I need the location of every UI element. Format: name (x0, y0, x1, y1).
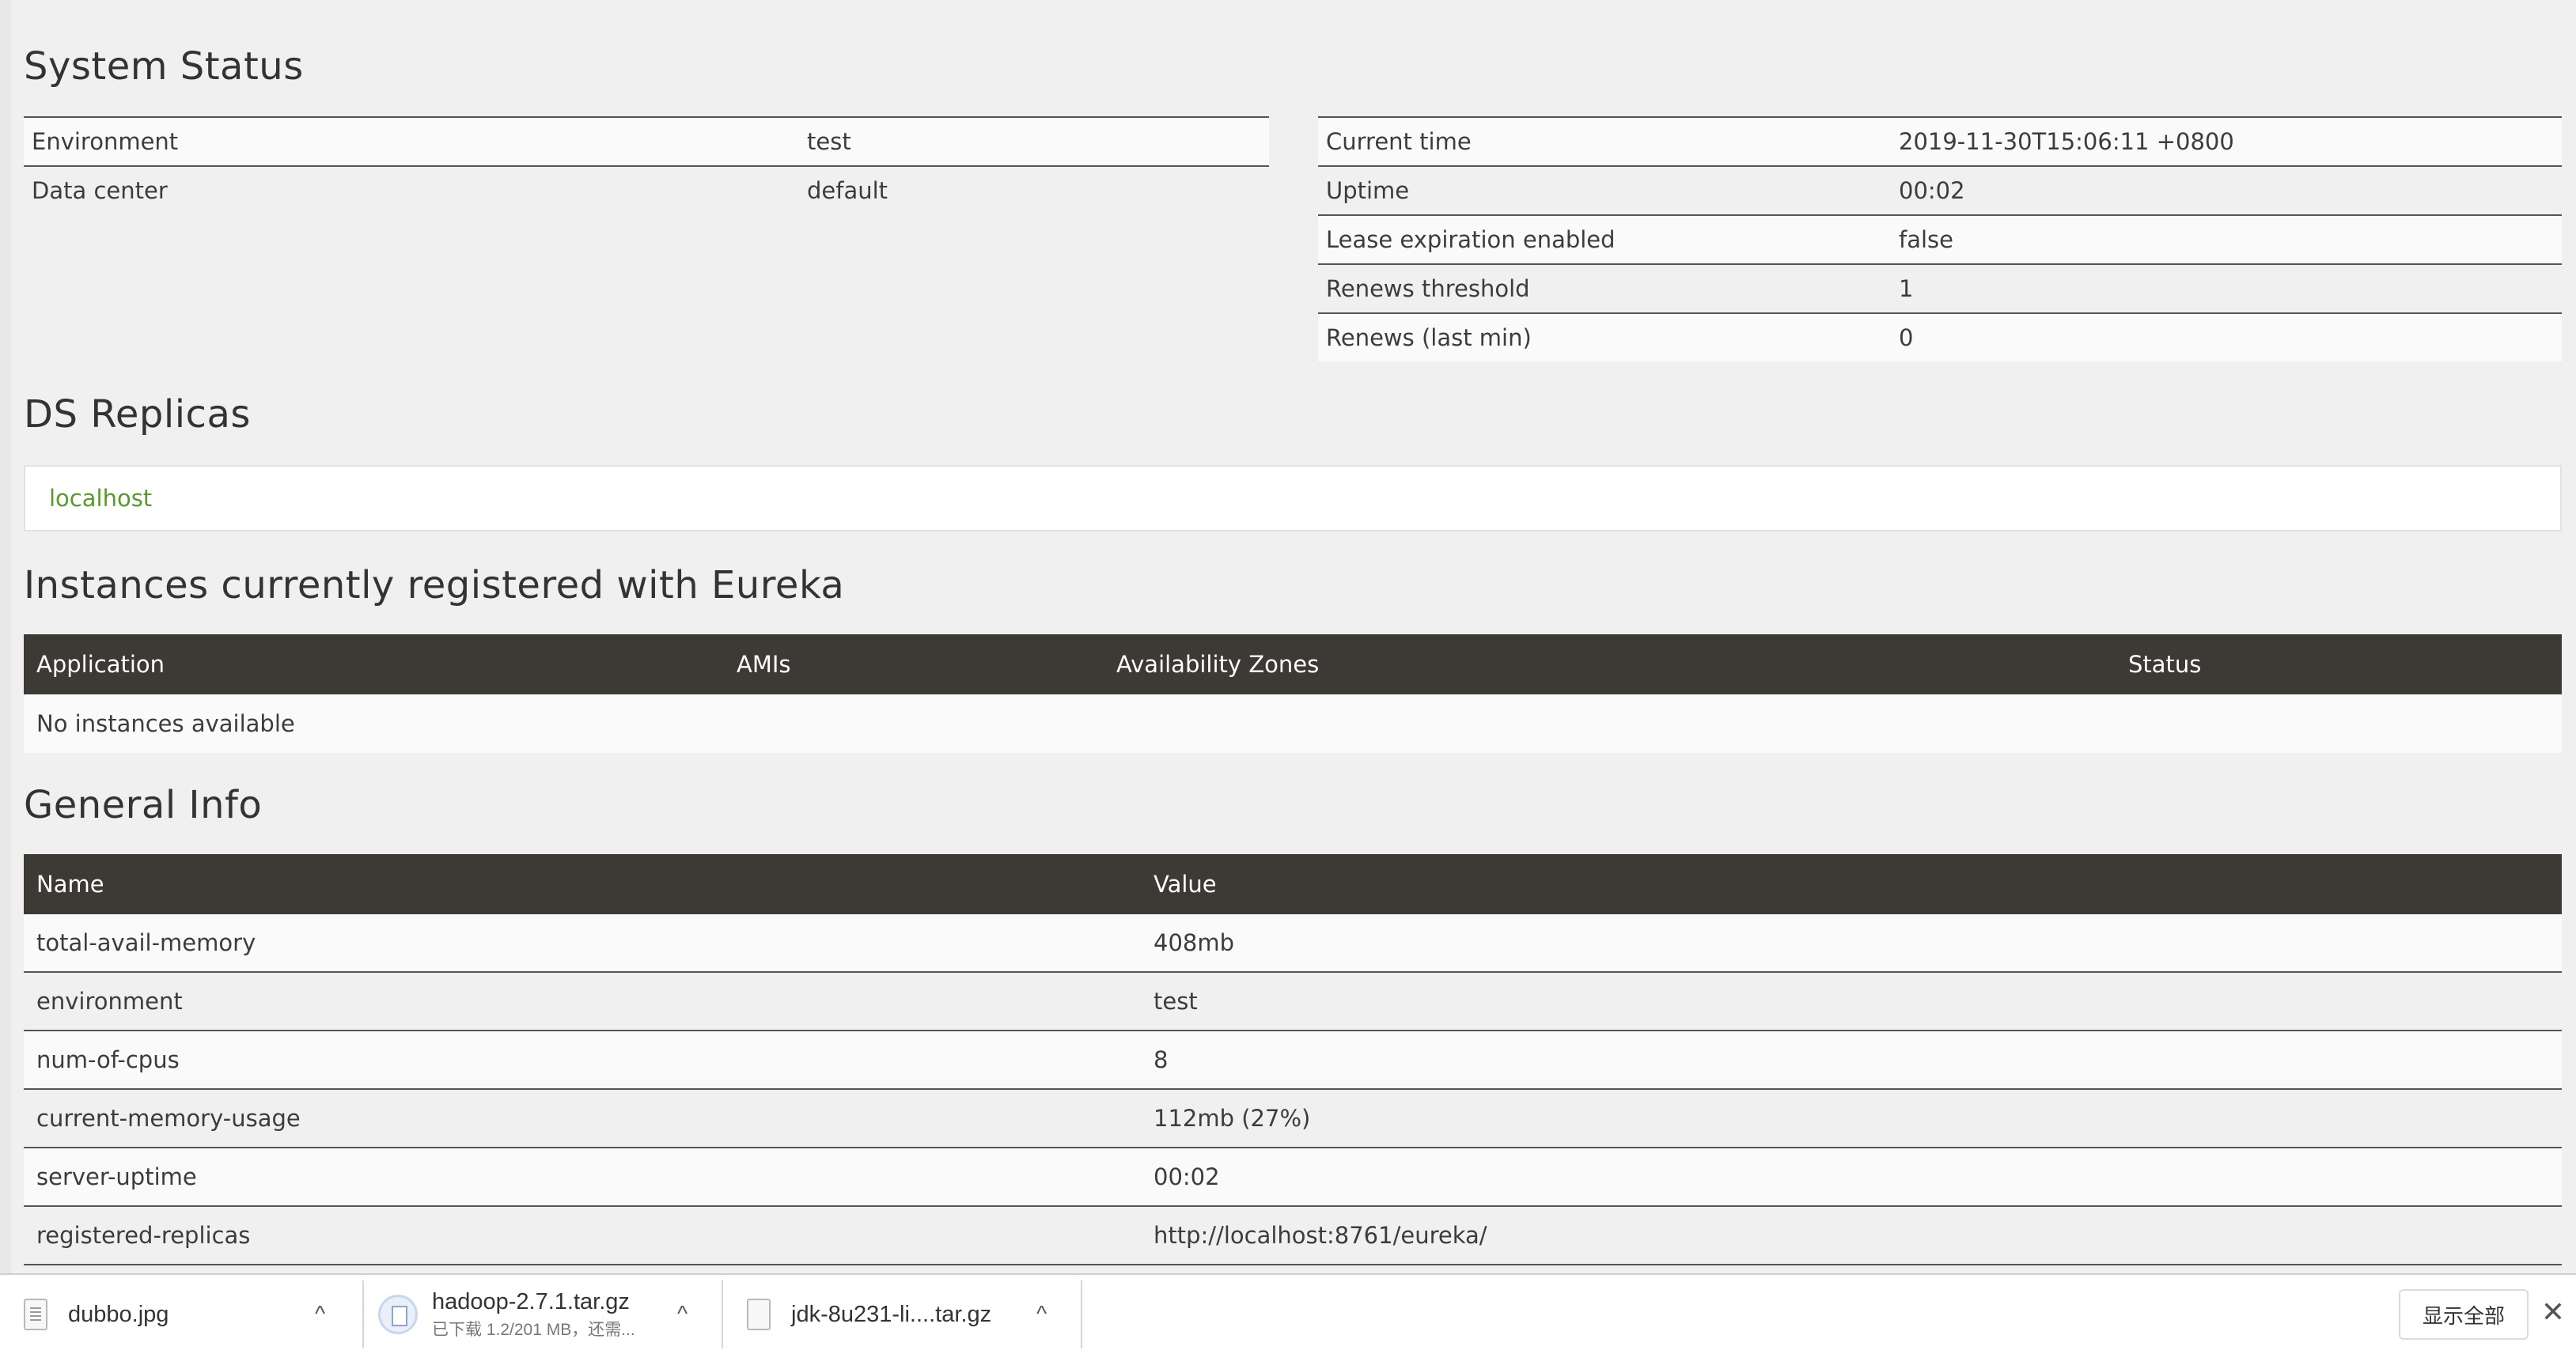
info-value: 408mb (1154, 929, 1235, 956)
table-row: current-memory-usage 112mb (27%) (24, 1090, 2562, 1148)
general-info-title: General Info (24, 783, 263, 827)
info-name: total-avail-memory (36, 929, 256, 956)
system-status-title: System Status (24, 44, 304, 89)
table-row: total-avail-memory 408mb (24, 914, 2562, 973)
info-name: current-memory-usage (36, 1105, 301, 1132)
close-icon[interactable]: ✕ (2541, 1295, 2565, 1329)
status-name: Current time (1326, 128, 1472, 155)
status-name: Lease expiration enabled (1326, 226, 1616, 253)
general-info-table-header: Name Value (24, 854, 2562, 914)
file-icon (747, 1299, 771, 1330)
download-item-text: dubbo.jpg (68, 1302, 169, 1328)
download-item-text: hadoop-2.7.1.tar.gz 已下载 1.2/201 MB，还需... (432, 1289, 635, 1341)
replica-link-localhost[interactable]: localhost (49, 485, 152, 512)
status-row: Environment test (24, 116, 1269, 165)
ds-replicas-list: localhost (24, 465, 2562, 531)
ds-replicas-title: DS Replicas (24, 392, 251, 437)
download-item-jdk[interactable]: jdk-8u231-li....tar.gz ^ (723, 1280, 1082, 1348)
status-row: Renews (last min) 0 (1318, 312, 2562, 361)
info-value: test (1154, 988, 1198, 1015)
download-shelf: dubbo.jpg ^ hadoop-2.7.1.tar.gz 已下载 1.2/… (0, 1273, 2576, 1354)
status-value: 00:02 (1899, 177, 1965, 204)
status-row: Renews threshold 1 (1318, 263, 2562, 312)
download-item-hadoop[interactable]: hadoop-2.7.1.tar.gz 已下载 1.2/201 MB，还需...… (364, 1280, 723, 1348)
status-name: Environment (32, 128, 179, 155)
image-file-icon (24, 1299, 47, 1330)
column-header-status: Status (2128, 651, 2202, 678)
status-value: false (1899, 226, 1953, 253)
status-name: Data center (32, 177, 168, 204)
system-status-right-table: Current time 2019-11-30T15:06:11 +0800 U… (1318, 116, 2562, 361)
chevron-up-icon[interactable]: ^ (677, 1301, 688, 1326)
table-row: environment test (24, 973, 2562, 1031)
column-header-application: Application (36, 651, 165, 678)
download-filename: dubbo.jpg (68, 1301, 169, 1327)
chevron-up-icon[interactable]: ^ (1036, 1301, 1047, 1326)
general-info-table: Name Value total-avail-memory 408mb envi… (24, 854, 2562, 1265)
instances-title: Instances currently registered with Eure… (24, 563, 845, 607)
download-filename: hadoop-2.7.1.tar.gz (432, 1288, 630, 1314)
status-row: Uptime 00:02 (1318, 165, 2562, 214)
column-header-value: Value (1154, 871, 1217, 898)
status-row: Current time 2019-11-30T15:06:11 +0800 (1318, 116, 2562, 165)
status-value: default (807, 177, 888, 204)
column-header-amis: AMIs (737, 651, 791, 678)
downloading-file-icon (378, 1295, 418, 1334)
show-all-downloads-button[interactable]: 显示全部 (2398, 1289, 2529, 1340)
info-value: http://localhost:8761/eureka/ (1154, 1222, 1487, 1249)
download-item-dubbo[interactable]: dubbo.jpg ^ (0, 1280, 364, 1348)
info-value: 00:02 (1154, 1163, 1220, 1190)
info-value: 8 (1154, 1046, 1169, 1073)
status-row: Data center default (24, 165, 1269, 214)
instances-table-header: Application AMIs Availability Zones Stat… (24, 634, 2562, 694)
status-value: 2019-11-30T15:06:11 +0800 (1899, 128, 2234, 155)
instances-empty-message: No instances available (24, 694, 2562, 753)
status-value: 0 (1899, 324, 1914, 351)
status-row: Lease expiration enabled false (1318, 214, 2562, 263)
download-item-text: jdk-8u231-li....tar.gz (791, 1302, 991, 1328)
info-name: server-uptime (36, 1163, 197, 1190)
column-header-name: Name (36, 871, 104, 898)
table-row: num-of-cpus 8 (24, 1031, 2562, 1090)
status-name: Renews (last min) (1326, 324, 1532, 351)
info-name: num-of-cpus (36, 1046, 180, 1073)
column-header-availability-zones: Availability Zones (1116, 651, 1320, 678)
divider (24, 165, 1269, 167)
table-row: registered-replicas http://localhost:876… (24, 1207, 2562, 1265)
info-name: registered-replicas (36, 1222, 251, 1249)
download-progress-text: 已下载 1.2/201 MB，还需... (432, 1320, 635, 1339)
status-name: Uptime (1326, 177, 1410, 204)
chevron-up-icon[interactable]: ^ (315, 1301, 325, 1326)
table-row: server-uptime 00:02 (24, 1148, 2562, 1207)
download-filename: jdk-8u231-li....tar.gz (791, 1301, 992, 1327)
instances-table: Application AMIs Availability Zones Stat… (24, 634, 2562, 753)
status-value: test (807, 128, 851, 155)
status-name: Renews threshold (1326, 275, 1530, 302)
info-value: 112mb (27%) (1154, 1105, 1311, 1132)
left-edge-scrollbar (0, 0, 11, 1273)
info-name: environment (36, 988, 183, 1015)
status-value: 1 (1899, 275, 1914, 302)
main-content: System Status Environment test Data cent… (24, 0, 2562, 1273)
